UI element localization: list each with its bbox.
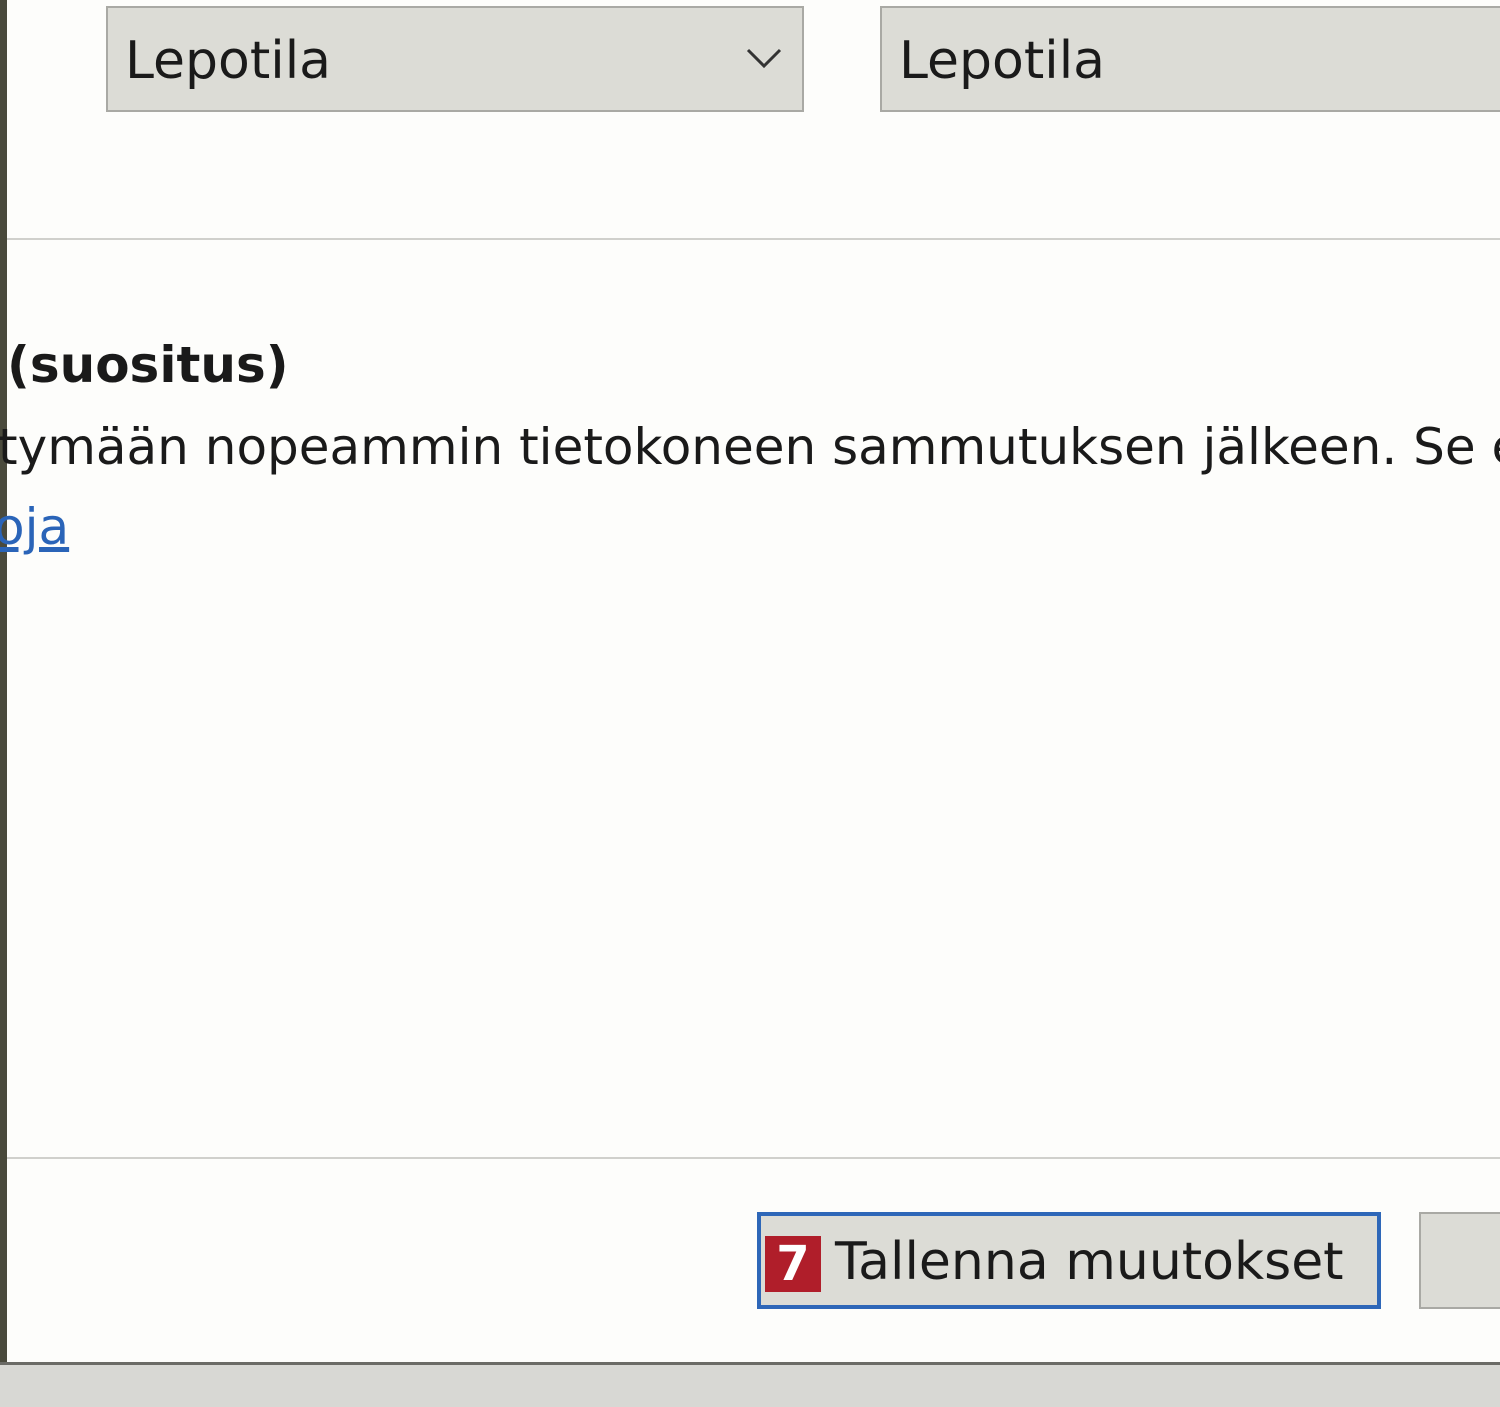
- save-changes-label: Tallenna muutokset: [835, 1232, 1344, 1292]
- chevron-down-icon: [746, 48, 782, 69]
- battery-power-dropdown-value: Lepotila: [125, 31, 332, 91]
- plugged-in-dropdown[interactable]: Lepotila: [880, 6, 1500, 112]
- step-number-badge: 7: [765, 1236, 821, 1292]
- fast-startup-description: tymään nopeammin tietokoneen sammutuksen…: [0, 418, 1500, 476]
- window-left-border: [0, 0, 7, 1407]
- cancel-button[interactable]: [1419, 1212, 1500, 1309]
- section-divider-bottom: [7, 1157, 1500, 1159]
- fast-startup-heading: (suositus): [7, 336, 289, 394]
- power-options-window: Lepotila Lepotila (suositus) tymään nope…: [0, 0, 1500, 1407]
- fast-startup-help-link[interactable]: oja: [0, 498, 69, 556]
- window-bottom-bar: [0, 1362, 1500, 1407]
- save-changes-button[interactable]: 7 Tallenna muutokset: [757, 1212, 1381, 1309]
- section-divider-top: [7, 238, 1500, 240]
- battery-power-dropdown[interactable]: Lepotila: [106, 6, 804, 112]
- plugged-in-dropdown-value: Lepotila: [899, 31, 1106, 91]
